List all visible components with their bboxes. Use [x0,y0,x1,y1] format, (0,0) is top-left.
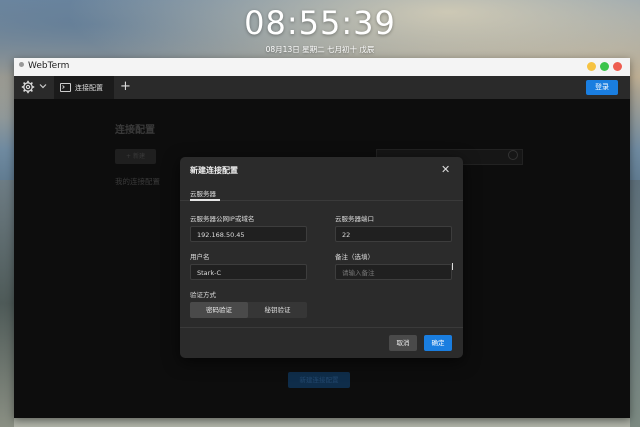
username-field[interactable]: Stark-C [190,264,307,280]
cancel-button[interactable]: 取消 [389,335,417,351]
dialog-title: 新建连接配置 [190,166,238,175]
text-caret [452,263,453,270]
new-connection-dialog: 新建连接配置 ✕ 云服务器 云服务器公网IP或域名 192.168.50.45 … [180,157,463,358]
maximize-button[interactable] [600,62,609,71]
auth-option-password[interactable]: 密码验证 [190,302,248,318]
search-icon[interactable] [508,150,518,160]
desktop-date: 08月13日 星期二 七月初十 戊辰 [265,45,375,54]
footer-divider [180,327,463,328]
plus-icon[interactable]: + [120,79,131,94]
active-tab-indicator [190,199,220,201]
terminal-icon [60,83,71,92]
confirm-button[interactable]: 确定 [424,335,452,351]
minimize-button[interactable] [587,62,596,71]
tab-cloud-server[interactable]: 云服务器 [190,188,216,198]
desktop-clock: 08:55:39 [244,4,396,42]
host-field[interactable]: 192.168.50.45 [190,226,307,242]
toolbar: 连接配置 + 登录 [14,76,630,99]
auth-method-selector: 密码验证 秘钥验证 [190,302,307,318]
port-field[interactable]: 22 [335,226,452,242]
close-icon[interactable]: ✕ [441,163,450,176]
page-title: 连接配置 [115,125,155,136]
close-window-button[interactable] [613,62,622,71]
auth-method-label: 验证方式 [190,291,216,299]
new-connection-button[interactable]: 新建连接配置 [288,372,350,388]
tab-connection-config[interactable]: 连接配置 [54,76,114,99]
tab-label: 连接配置 [75,84,103,92]
chevron-down-icon[interactable] [39,82,47,92]
add-config-button[interactable]: + 新建 [115,149,156,164]
app-icon [19,62,24,67]
host-label: 云服务器公网IP或域名 [190,215,255,223]
port-label: 云服务器端口 [335,215,374,223]
wallpaper-rocks-left [0,180,14,427]
auth-option-key[interactable]: 秘钥验证 [248,302,307,318]
my-configs-label: 我的连接配置 [115,177,160,186]
window-title: WebTerm [28,61,70,71]
settings-gear-icon[interactable] [21,80,35,94]
note-field[interactable]: 请输入备注 [335,264,452,280]
note-label: 备注（选填） [335,253,374,261]
username-label: 用户名 [190,253,210,261]
tab-divider [180,200,463,201]
wallpaper-rocks-right [630,180,640,427]
login-button[interactable]: 登录 [586,80,618,95]
title-bar[interactable]: WebTerm [14,58,630,76]
